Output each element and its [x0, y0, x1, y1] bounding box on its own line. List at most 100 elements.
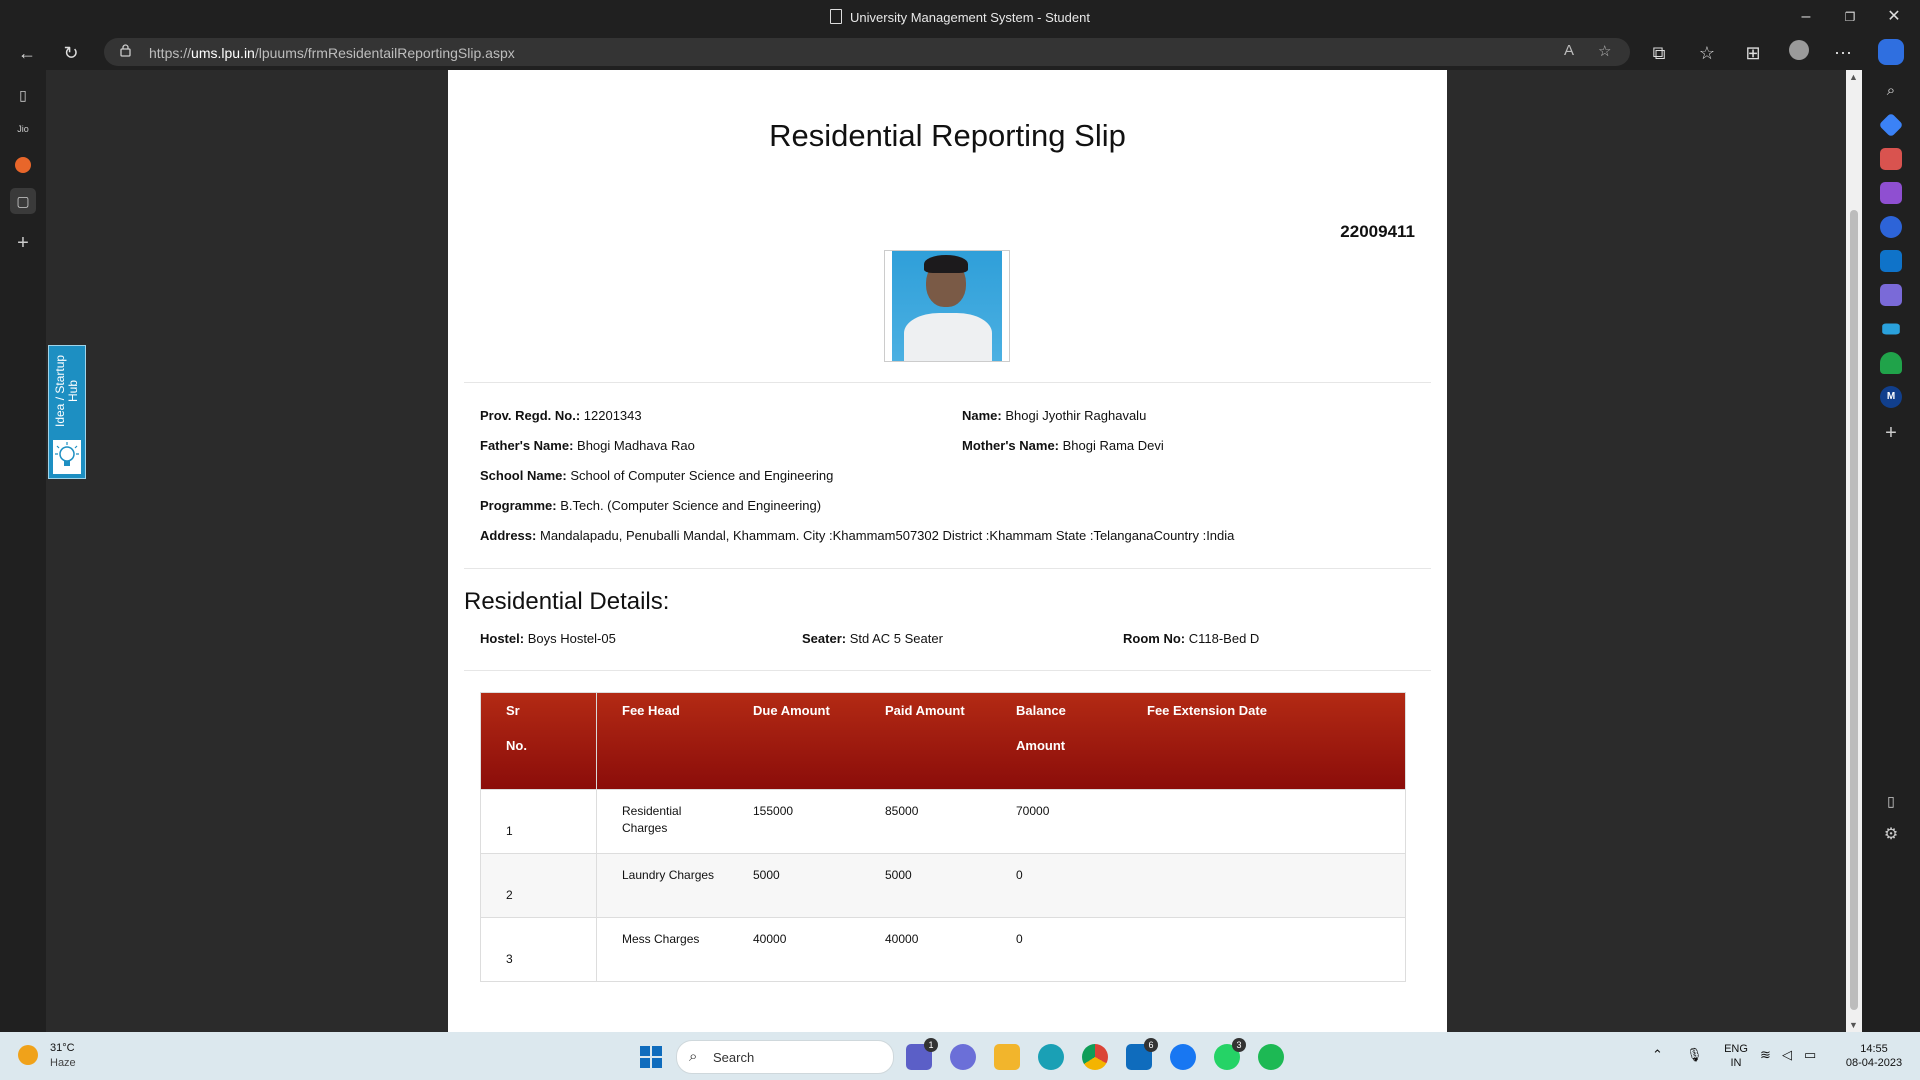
new-tab-icon[interactable]: +	[10, 230, 36, 256]
hostel-field: Hostel: Boys Hostel-05	[480, 631, 616, 646]
scroll-down-icon[interactable]: ▼	[1849, 1020, 1858, 1030]
facebook-icon[interactable]	[1170, 1044, 1196, 1070]
hide-sidebar-icon[interactable]: ▯	[1880, 790, 1902, 812]
mail-icon[interactable]: 6	[1126, 1038, 1158, 1070]
cell-due: 155000	[753, 804, 794, 818]
left-sidebar: ▯ Jio ▢ +	[0, 70, 46, 1032]
url-text: https://ums.lpu.in/lpuums/frmResidentail…	[149, 45, 515, 61]
idea-tab-label: Idea / Startup Hub	[53, 354, 80, 428]
volume-icon[interactable]: ◁	[1782, 1048, 1792, 1062]
language-indicator[interactable]: ENG IN	[1720, 1042, 1752, 1070]
document-icon	[830, 9, 843, 24]
taskbar-search[interactable]: ⌕ Search	[676, 1040, 894, 1074]
collections-icon[interactable]: ⊞	[1740, 40, 1766, 66]
jio-icon[interactable]: Jio	[10, 116, 36, 142]
settings-icon[interactable]: ⚙	[1880, 824, 1902, 846]
add-favorite-icon[interactable]: ☆	[1598, 42, 1611, 60]
divider	[464, 382, 1431, 383]
cell-sr: 3	[506, 952, 513, 966]
minimize-button[interactable]: –	[1786, 4, 1826, 30]
tray-overflow-icon[interactable]: ⌃	[1652, 1048, 1663, 1062]
tools-icon[interactable]	[1880, 148, 1902, 170]
microphone-icon[interactable]: 🎙	[1686, 1048, 1703, 1062]
header-column-divider	[596, 693, 597, 789]
bing-chat-icon[interactable]	[1878, 39, 1904, 65]
prov-regd-field: Prov. Regd. No.: 12201343	[480, 408, 642, 423]
whatsapp-icon[interactable]: 3	[1214, 1038, 1246, 1070]
page-title: Residential Reporting Slip	[769, 118, 1126, 153]
window-title: University Management System - Student	[0, 9, 1920, 25]
idea-startup-hub-tab[interactable]: Idea / Startup Hub	[48, 345, 86, 479]
more-menu-icon[interactable]: ⋯	[1830, 40, 1856, 66]
app-icon[interactable]	[10, 152, 36, 178]
clock[interactable]: 14:55 08-04-2023	[1834, 1042, 1914, 1070]
father-name-field: Father's Name: Bhogi Madhava Rao	[480, 438, 695, 453]
chrome-icon[interactable]	[1082, 1044, 1108, 1070]
header-due-amount: Due Amount	[753, 703, 830, 718]
browser-toolbar: ← ↻ https://ums.lpu.in/lpuums/frmResiden…	[0, 34, 1920, 70]
table-row: 3 Mess Charges 40000 40000 0	[481, 917, 1405, 981]
back-icon[interactable]: ←	[14, 40, 40, 66]
lightbulb-icon	[53, 440, 81, 474]
extensions-icon[interactable]: ⧉	[1646, 40, 1672, 66]
spotify-icon[interactable]	[1258, 1044, 1284, 1070]
teams-icon[interactable]: 1	[906, 1038, 938, 1070]
table-row: 1 Residential Charges 155000 85000 70000	[481, 789, 1405, 853]
games-icon[interactable]	[1880, 182, 1902, 204]
cell-fee-head: Laundry Charges	[622, 868, 715, 882]
registration-number: 22009411	[1340, 222, 1415, 241]
mail-badge: 6	[1144, 1038, 1158, 1052]
start-icon[interactable]	[638, 1044, 664, 1070]
battery-icon[interactable]: ▭	[1804, 1048, 1816, 1062]
teams-badge: 1	[924, 1038, 938, 1052]
close-button[interactable]: ✕	[1874, 4, 1914, 30]
fee-table-header: Sr No. Fee Head Due Amount Paid Amount Ba…	[481, 693, 1405, 789]
scrollbar-thumb[interactable]	[1850, 210, 1858, 1010]
search-icon[interactable]: ⌕	[1880, 80, 1902, 102]
table-row: 2 Laundry Charges 5000 5000 0	[481, 853, 1405, 917]
cell-paid: 5000	[885, 868, 912, 882]
add-sidebar-icon[interactable]: +	[1880, 422, 1902, 444]
wifi-icon[interactable]: ≋	[1760, 1048, 1771, 1062]
scroll-up-icon[interactable]: ▲	[1849, 72, 1858, 82]
outlook-icon[interactable]	[1880, 250, 1902, 272]
seater-field: Seater: Std AC 5 Seater	[802, 631, 943, 646]
page-scrollbar[interactable]: ▲ ▼	[1846, 70, 1862, 1032]
divider	[464, 568, 1431, 569]
cell-fee-head: Mess Charges	[622, 932, 700, 946]
restore-button[interactable]: ❐	[1830, 4, 1870, 30]
cell-sr: 2	[506, 888, 513, 902]
cell-balance: 70000	[1016, 804, 1050, 818]
cell-balance: 0	[1016, 932, 1023, 946]
lock-icon	[120, 44, 131, 57]
column-divider	[596, 789, 597, 981]
designer-icon[interactable]	[1880, 284, 1902, 306]
residential-details-heading: Residential Details:	[464, 588, 670, 615]
tree-icon[interactable]	[1880, 352, 1902, 374]
header-sr: Sr No.	[506, 703, 527, 753]
shopping-icon[interactable]	[1878, 112, 1904, 138]
address-bar[interactable]: https://ums.lpu.in/lpuums/frmResidentail…	[104, 38, 1630, 66]
office-icon[interactable]	[1880, 216, 1902, 238]
header-fee-head: Fee Head	[622, 703, 680, 718]
photo-image	[892, 251, 1002, 361]
cell-due: 40000	[753, 932, 787, 946]
refresh-icon[interactable]: ↻	[58, 40, 84, 66]
send-icon[interactable]	[1882, 323, 1900, 335]
document-tab-icon[interactable]: ▢	[10, 188, 36, 214]
read-aloud-icon[interactable]: A	[1564, 42, 1574, 59]
reporting-slip-page: Residential Reporting Slip 22009411 Prov…	[448, 70, 1447, 1032]
taskbar: 31°C Haze ⌕ Search 1 6 3 ⌃ 🎙 ENG IN ≋ ◁ ▭…	[0, 1032, 1920, 1080]
window-titlebar: University Management System - Student –…	[0, 0, 1920, 34]
edge-icon[interactable]	[1038, 1044, 1064, 1070]
profile-icon[interactable]	[1786, 40, 1812, 66]
student-photo	[884, 250, 1010, 362]
file-explorer-icon[interactable]	[994, 1044, 1020, 1070]
tab-actions-icon[interactable]: ▯	[10, 82, 36, 108]
fee-table: Sr No. Fee Head Due Amount Paid Amount Ba…	[480, 692, 1406, 982]
favorites-icon[interactable]: ☆	[1694, 40, 1720, 66]
copilot-icon[interactable]	[950, 1044, 976, 1070]
m-app-icon[interactable]: M	[1880, 386, 1902, 408]
weather-widget[interactable]: 31°C Haze	[14, 1040, 84, 1072]
programme-field: Programme: B.Tech. (Computer Science and…	[480, 498, 822, 513]
